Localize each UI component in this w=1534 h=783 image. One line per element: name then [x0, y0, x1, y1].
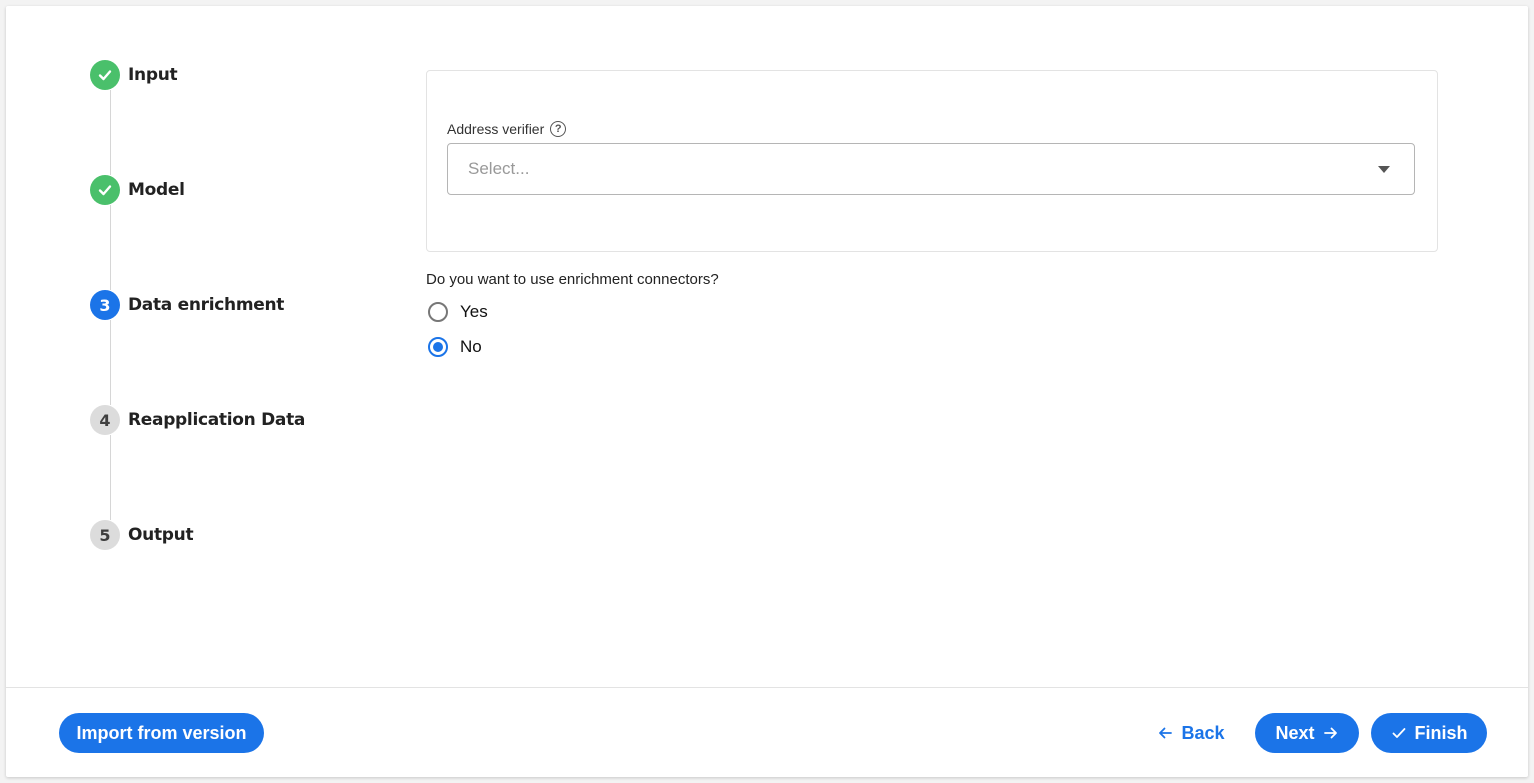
step-output[interactable]: 5 Output	[90, 520, 194, 550]
address-verifier-card: Address verifier ? Select...	[426, 70, 1438, 252]
radio-option-yes[interactable]: Yes	[428, 302, 488, 322]
step-connector	[110, 205, 111, 290]
step-number: 4	[90, 405, 120, 435]
step-model[interactable]: Model	[90, 175, 185, 205]
step-label: Output	[128, 525, 194, 545]
address-verifier-select[interactable]: Select...	[447, 143, 1415, 195]
arrow-left-icon	[1159, 727, 1173, 739]
import-from-version-label: Import from version	[76, 722, 247, 743]
step-connector	[110, 320, 111, 405]
check-icon	[90, 175, 120, 205]
caret-down-icon	[1378, 166, 1390, 173]
select-placeholder: Select...	[468, 159, 530, 178]
step-input[interactable]: Input	[90, 60, 178, 90]
step-connector	[110, 90, 111, 175]
radio-button[interactable]	[428, 337, 448, 357]
radio-label: Yes	[460, 302, 488, 321]
radio-button[interactable]	[428, 302, 448, 322]
step-label: Data enrichment	[128, 295, 285, 315]
back-label: Back	[1181, 722, 1225, 743]
check-icon	[90, 60, 120, 90]
step-label: Model	[128, 180, 185, 200]
step-number: 5	[90, 520, 120, 550]
step-connector	[110, 435, 111, 520]
step-label: Input	[128, 65, 178, 85]
radio-option-no[interactable]: No	[428, 337, 482, 357]
footer-divider	[6, 687, 1528, 688]
next-button[interactable]: Next	[1255, 713, 1359, 753]
enrichment-question: Do you want to use enrichment connectors…	[426, 271, 719, 288]
step-number: 3	[90, 290, 120, 320]
next-label: Next	[1275, 722, 1315, 743]
address-verifier-label: Address verifier ?	[447, 121, 567, 137]
radio-label: No	[460, 337, 482, 356]
check-icon	[1392, 728, 1405, 738]
address-verifier-label-text: Address verifier	[447, 121, 545, 137]
stepper: Input Model 3 Data enrichment 4 Reapplic…	[90, 60, 350, 560]
step-data-enrichment[interactable]: 3 Data enrichment	[90, 290, 284, 320]
finish-label: Finish	[1414, 722, 1468, 743]
import-from-version-button[interactable]: Import from version	[59, 713, 264, 753]
step-label: Reapplication Data	[128, 410, 306, 430]
step-reapplication-data[interactable]: 4 Reapplication Data	[90, 405, 305, 435]
arrow-right-icon	[1323, 727, 1337, 739]
finish-button[interactable]: Finish	[1371, 713, 1487, 753]
back-button[interactable]: Back	[1144, 713, 1238, 753]
question-circle-icon[interactable]: ?	[550, 121, 567, 137]
